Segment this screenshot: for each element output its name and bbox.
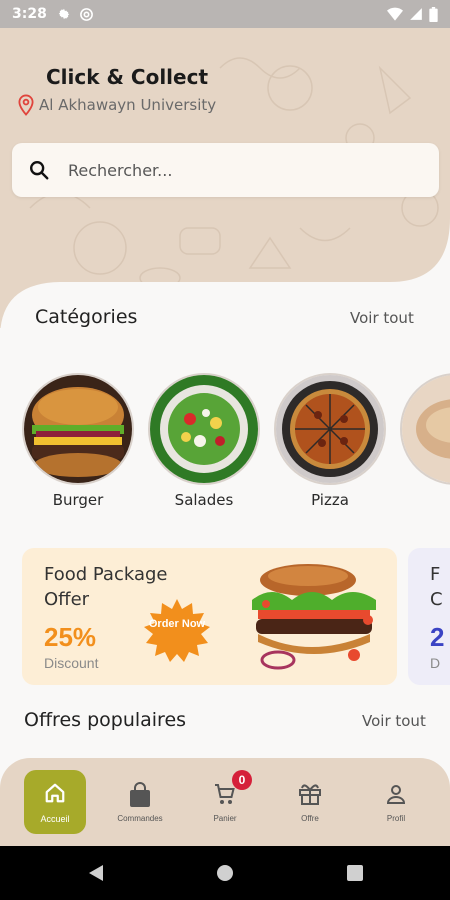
nav-offers[interactable]: Offre xyxy=(279,770,341,834)
category-pizza[interactable]: Pizza xyxy=(274,373,386,509)
status-bar: 3:28 xyxy=(0,0,450,28)
gift-icon xyxy=(299,784,321,805)
nav-label: Commandes xyxy=(117,814,163,823)
home-circle-icon[interactable] xyxy=(216,864,234,882)
popular-see-all-link[interactable]: Voir tout xyxy=(362,712,426,730)
nav-label: Panier xyxy=(213,814,237,823)
map-pin-icon xyxy=(18,94,34,116)
search-bar[interactable]: Rechercher... xyxy=(12,143,439,197)
signal-icon xyxy=(410,8,422,20)
promo-card-partial[interactable]: F C 2 D xyxy=(408,548,450,685)
at-icon xyxy=(79,7,93,21)
promo-discount-label: D xyxy=(430,655,441,671)
home-icon xyxy=(45,783,65,803)
categories-see-all-link[interactable]: Voir tout xyxy=(350,309,414,327)
nav-label: Offre xyxy=(301,814,319,823)
category-salad[interactable]: Salades xyxy=(148,373,260,509)
promo-card[interactable]: Food Package Offer 25% Discount Order No… xyxy=(22,548,397,685)
system-navigation-bar xyxy=(0,846,450,900)
category-list: Burger Salades Pizza xyxy=(22,373,450,513)
burger-illustration xyxy=(252,564,376,670)
bottom-navigation: Accueil Commandes Panier 0 Offre Profil xyxy=(0,758,450,846)
order-now-label[interactable]: Order Now xyxy=(144,617,210,631)
promo-percent: 25% xyxy=(44,622,97,652)
popular-title: Offres populaires xyxy=(24,709,187,731)
battery-icon xyxy=(429,6,438,22)
categories-title: Catégories xyxy=(35,306,138,328)
order-now-badge xyxy=(144,599,210,662)
cart-badge: 0 xyxy=(232,770,252,790)
category-label: Pizza xyxy=(311,491,349,509)
nav-label: Accueil xyxy=(40,814,70,824)
category-label: Burger xyxy=(52,491,104,509)
nav-orders[interactable]: Commandes xyxy=(109,770,171,834)
category-burger[interactable]: Burger xyxy=(22,373,134,509)
burger-image xyxy=(22,373,134,485)
app-title: Click & Collect xyxy=(46,65,209,89)
category-bread[interactable] xyxy=(400,373,450,491)
location[interactable]: Al Akhawayn University xyxy=(17,94,216,116)
nav-cart[interactable]: Panier 0 xyxy=(194,770,256,834)
category-label: Salades xyxy=(174,491,234,509)
nav-profile[interactable]: Profil xyxy=(365,770,427,834)
search-input[interactable]: Rechercher... xyxy=(68,161,172,180)
promo-percent: 2 xyxy=(430,622,445,652)
status-time: 3:28 xyxy=(12,6,47,22)
nav-home[interactable]: Accueil xyxy=(24,770,86,834)
wifi-icon xyxy=(387,7,403,21)
header: Click & Collect Al Akhawayn University R… xyxy=(0,28,450,328)
gear-icon xyxy=(58,8,70,20)
back-icon[interactable] xyxy=(87,864,105,882)
promo-discount-label: Discount xyxy=(44,655,99,671)
bread-image xyxy=(400,373,450,485)
search-icon xyxy=(30,161,49,180)
location-text: Al Akhawayn University xyxy=(39,96,217,114)
salad-image xyxy=(148,373,260,485)
person-icon xyxy=(386,785,406,804)
promo-title: F C xyxy=(430,564,443,610)
pizza-image xyxy=(274,373,386,485)
recents-icon[interactable] xyxy=(346,864,364,882)
nav-label: Profil xyxy=(386,814,406,823)
shopping-bag-icon xyxy=(130,782,150,807)
